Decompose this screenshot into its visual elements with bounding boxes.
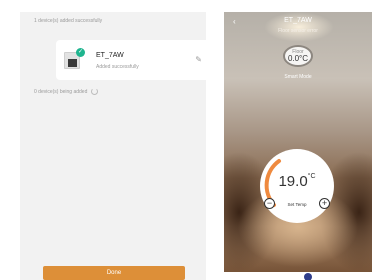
mode-label[interactable]: Smart Mode <box>224 74 372 80</box>
target-temperature: 19.0°C <box>260 173 334 190</box>
check-icon: ✓ <box>76 48 85 57</box>
device-status: Added successfully <box>96 64 139 70</box>
thermostat-screen: ‹ ET_7AW Floor sensor error Floor 0.0°C … <box>224 12 372 280</box>
temperature-unit: °C <box>307 173 316 180</box>
floor-value: 0.0°C <box>287 54 309 63</box>
temperature-dial[interactable]: 19.0°C − Set Temp + <box>260 149 334 223</box>
device-card[interactable]: ✓ ET_7AW Added successfully ✎ <box>56 40 212 80</box>
device-added-screen: 1 device(s) added successfully ✓ ET_7AW … <box>20 12 212 280</box>
bottom-bar <box>224 272 372 280</box>
temperature-number: 19.0 <box>278 173 308 190</box>
floor-temperature-badge: Floor 0.0°C <box>283 45 313 67</box>
being-added-label: 0 device(s) being added <box>34 88 88 95</box>
power-button-icon[interactable] <box>304 273 312 280</box>
increase-temp-button[interactable]: + <box>319 198 330 209</box>
added-count-label: 1 device(s) added successfully <box>34 18 103 24</box>
being-added-row: 0 device(s) being added <box>34 88 99 95</box>
thermostat-device-icon: ✓ <box>64 48 85 70</box>
device-title: ET_7AW <box>284 17 312 24</box>
done-button[interactable]: Done <box>43 266 185 280</box>
sensor-error-text: Floor sensor error <box>278 28 318 34</box>
loading-spinner-icon <box>91 88 99 95</box>
edit-pencil-icon[interactable]: ✎ <box>195 55 202 64</box>
device-name: ET_7AW <box>96 52 124 59</box>
